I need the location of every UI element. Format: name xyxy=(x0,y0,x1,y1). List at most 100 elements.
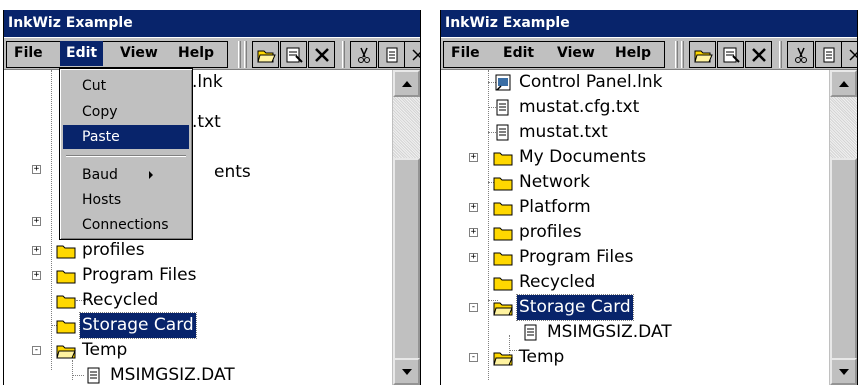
delete-button[interactable] xyxy=(308,41,335,68)
tree-item-folder[interactable]: My Documents xyxy=(493,145,648,170)
open-folder-button[interactable] xyxy=(689,41,716,68)
properties-button[interactable] xyxy=(717,41,744,68)
scroll-up-button[interactable] xyxy=(830,70,857,97)
tree-item-partial[interactable]: ents xyxy=(212,160,253,185)
tree-item-folder-selected[interactable]: Storage Card xyxy=(493,294,634,321)
menu-view[interactable]: View xyxy=(114,41,164,66)
tree-item-folder[interactable]: profiles xyxy=(56,238,147,263)
expand-toggle[interactable]: + xyxy=(469,228,478,237)
open-folder-icon xyxy=(693,50,713,62)
scroll-thumb[interactable] xyxy=(393,158,420,370)
expand-toggle[interactable]: + xyxy=(32,165,41,174)
tree-item-folder[interactable]: Temp xyxy=(493,345,566,370)
toolbar-grip[interactable] xyxy=(238,41,241,68)
expand-toggle[interactable]: + xyxy=(32,246,41,255)
menu-help[interactable]: Help xyxy=(172,41,220,66)
open-folder-button[interactable] xyxy=(252,41,279,68)
page-button[interactable] xyxy=(815,41,842,68)
expand-toggle[interactable]: + xyxy=(469,253,478,262)
menu-edit[interactable]: Edit xyxy=(497,41,540,66)
arrow-up-icon xyxy=(838,80,849,87)
toolbar-grip[interactable] xyxy=(675,41,678,68)
file-tree[interactable]: Control Panel.lnk mustat.cfg.txt mustat.… xyxy=(441,70,829,385)
collapse-toggle[interactable]: - xyxy=(469,303,478,312)
scroll-down-button[interactable] xyxy=(393,358,420,385)
tree-connector xyxy=(72,360,73,380)
tree-item-file[interactable]: mustat.cfg.txt xyxy=(493,95,641,120)
folder-open-icon xyxy=(493,352,513,365)
file-icon xyxy=(87,367,100,383)
menu-item-connections[interactable]: Connections xyxy=(63,213,189,237)
cut-button[interactable] xyxy=(350,41,377,68)
toolbar-grip[interactable] xyxy=(779,41,782,68)
menu-file[interactable]: File xyxy=(445,41,486,66)
delete-icon xyxy=(314,47,329,62)
toolbar-grip[interactable] xyxy=(244,41,247,68)
folder-icon xyxy=(493,227,513,240)
folder-icon xyxy=(493,252,513,265)
expand-toggle[interactable]: + xyxy=(469,203,478,212)
menu-view[interactable]: View xyxy=(551,41,601,66)
properties-icon xyxy=(723,47,740,63)
menu-file[interactable]: File xyxy=(8,41,49,66)
cut-button[interactable] xyxy=(787,41,814,68)
menu-item-paste[interactable]: Paste xyxy=(63,125,189,149)
tree-item-folder[interactable]: Program Files xyxy=(56,263,198,288)
tree-item-partial[interactable]: .txt xyxy=(190,110,223,135)
toolbar-grip[interactable] xyxy=(681,41,684,68)
menu-item-baud[interactable]: Baud xyxy=(63,163,189,187)
collapse-toggle[interactable]: - xyxy=(469,353,478,362)
tree-item-folder[interactable]: profiles xyxy=(493,220,584,245)
open-folder-icon xyxy=(256,50,276,62)
folder-icon xyxy=(56,295,76,308)
close-button[interactable] xyxy=(404,41,420,68)
tree-item-file[interactable]: mustat.txt xyxy=(493,120,610,145)
properties-button[interactable] xyxy=(280,41,307,68)
tree-item-file[interactable]: MSIMGSIZ.DAT xyxy=(521,320,674,345)
tree-item-folder-selected[interactable]: Storage Card xyxy=(56,312,197,339)
delete-icon xyxy=(751,47,766,62)
folder-icon xyxy=(493,152,513,165)
vertical-scrollbar[interactable] xyxy=(829,70,857,385)
inkwiz-window-left: InkWiz Example File Edit View Help .lnk … xyxy=(3,10,421,385)
toolbar-grip[interactable] xyxy=(342,41,345,68)
inkwiz-window-right: InkWiz Example File Edit View Help Contr… xyxy=(440,10,858,385)
scroll-down-button[interactable] xyxy=(830,358,857,385)
folder-icon xyxy=(56,270,76,283)
scroll-up-button[interactable] xyxy=(393,70,420,97)
tree-item-shortcut[interactable]: Control Panel.lnk xyxy=(493,70,664,95)
page-button[interactable] xyxy=(378,41,405,68)
menu-item-hosts[interactable]: Hosts xyxy=(63,188,189,212)
edit-dropdown-menu: Cut Copy Paste Baud Hosts Connections xyxy=(59,68,193,240)
file-icon xyxy=(496,99,509,115)
close-icon xyxy=(411,48,420,61)
tree-item-folder[interactable]: Network xyxy=(493,170,592,195)
expand-toggle[interactable]: + xyxy=(32,217,41,226)
tree-item-partial[interactable]: .lnk xyxy=(190,70,225,95)
close-button[interactable] xyxy=(841,41,857,68)
page-icon xyxy=(386,47,397,62)
collapse-toggle[interactable]: - xyxy=(32,346,41,355)
tree-item-folder[interactable]: Temp xyxy=(56,338,129,363)
scroll-thumb[interactable] xyxy=(830,158,857,383)
menu-item-copy[interactable]: Copy xyxy=(63,100,189,124)
menu-item-cut[interactable]: Cut xyxy=(63,74,189,98)
delete-button[interactable] xyxy=(745,41,772,68)
file-icon xyxy=(524,324,537,340)
page-icon xyxy=(823,47,834,62)
menu-help[interactable]: Help xyxy=(609,41,657,66)
folder-icon xyxy=(56,320,76,333)
tree-item-folder[interactable]: Recycled xyxy=(493,270,597,295)
folder-icon xyxy=(493,277,513,290)
menu-edit[interactable]: Edit xyxy=(60,41,104,66)
tree-item-folder[interactable]: Recycled xyxy=(56,288,160,313)
menu-item-baud-label: Baud xyxy=(82,167,118,183)
tree-connector xyxy=(488,70,489,380)
tree-item-folder[interactable]: Program Files xyxy=(493,245,635,270)
tree-item-folder[interactable]: Platform xyxy=(493,195,593,220)
vertical-scrollbar[interactable] xyxy=(392,70,420,385)
tree-item-file[interactable]: MSIMGSIZ.DAT xyxy=(84,363,237,385)
expand-toggle[interactable]: + xyxy=(469,153,478,162)
expand-toggle[interactable]: + xyxy=(32,271,41,280)
file-icon xyxy=(496,124,509,140)
